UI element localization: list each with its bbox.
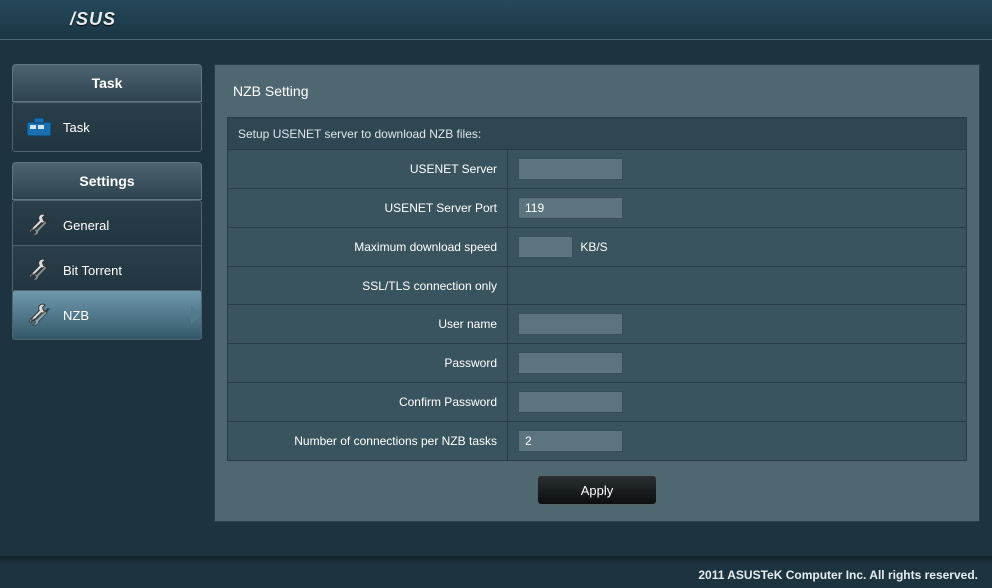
settings-form: Setup USENET server to download NZB file… bbox=[227, 117, 967, 461]
wrench-icon bbox=[25, 256, 53, 284]
page-body: Task Task Settings bbox=[0, 40, 992, 522]
wrench-icon bbox=[25, 301, 53, 329]
connections-input[interactable] bbox=[518, 430, 623, 452]
main-panel: NZB Setting Setup USENET server to downl… bbox=[214, 64, 980, 522]
brand-logo: /SUS bbox=[70, 9, 116, 30]
usenet-server-input[interactable] bbox=[518, 158, 623, 180]
wrench-icon bbox=[25, 211, 53, 239]
field-label-ssl: SSL/TLS connection only bbox=[228, 267, 508, 305]
usenet-port-input[interactable] bbox=[518, 197, 623, 219]
field-label-password: Password bbox=[228, 344, 508, 383]
sidebar-item-task[interactable]: Task bbox=[12, 102, 202, 152]
sidebar-item-label: Bit Torrent bbox=[63, 263, 122, 278]
sidebar-item-nzb[interactable]: NZB bbox=[12, 290, 202, 340]
field-label-confirm: Confirm Password bbox=[228, 383, 508, 422]
sidebar-header-settings: Settings bbox=[12, 162, 202, 200]
ssl-control-cell bbox=[508, 267, 967, 305]
field-label-username: User name bbox=[228, 305, 508, 344]
field-label-server: USENET Server bbox=[228, 150, 508, 189]
speed-unit: KB/S bbox=[580, 240, 607, 254]
sidebar-item-label: General bbox=[63, 218, 109, 233]
sidebar-header-task: Task bbox=[12, 64, 202, 102]
apply-button[interactable]: Apply bbox=[537, 475, 657, 505]
task-group: Task Task bbox=[12, 64, 202, 152]
section-header: Setup USENET server to download NZB file… bbox=[228, 118, 967, 150]
sidebar-item-general[interactable]: General bbox=[12, 200, 202, 250]
top-bar: /SUS bbox=[0, 0, 992, 40]
settings-group: Settings General Bit Torrent bbox=[12, 162, 202, 340]
sidebar: Task Task Settings bbox=[12, 64, 202, 522]
password-input[interactable] bbox=[518, 352, 623, 374]
username-input[interactable] bbox=[518, 313, 623, 335]
page-title: NZB Setting bbox=[233, 83, 967, 99]
divider-shadow bbox=[0, 556, 992, 564]
field-label-connections: Number of connections per NZB tasks bbox=[228, 422, 508, 461]
footer-copyright: 2011 ASUSTeK Computer Inc. All rights re… bbox=[698, 568, 978, 582]
task-icon bbox=[25, 113, 53, 141]
max-speed-input[interactable] bbox=[518, 236, 573, 258]
field-label-port: USENET Server Port bbox=[228, 189, 508, 228]
confirm-password-input[interactable] bbox=[518, 391, 623, 413]
sidebar-item-label: NZB bbox=[63, 308, 89, 323]
sidebar-item-label: Task bbox=[63, 120, 90, 135]
sidebar-item-bittorrent[interactable]: Bit Torrent bbox=[12, 245, 202, 295]
field-label-speed: Maximum download speed bbox=[228, 228, 508, 267]
